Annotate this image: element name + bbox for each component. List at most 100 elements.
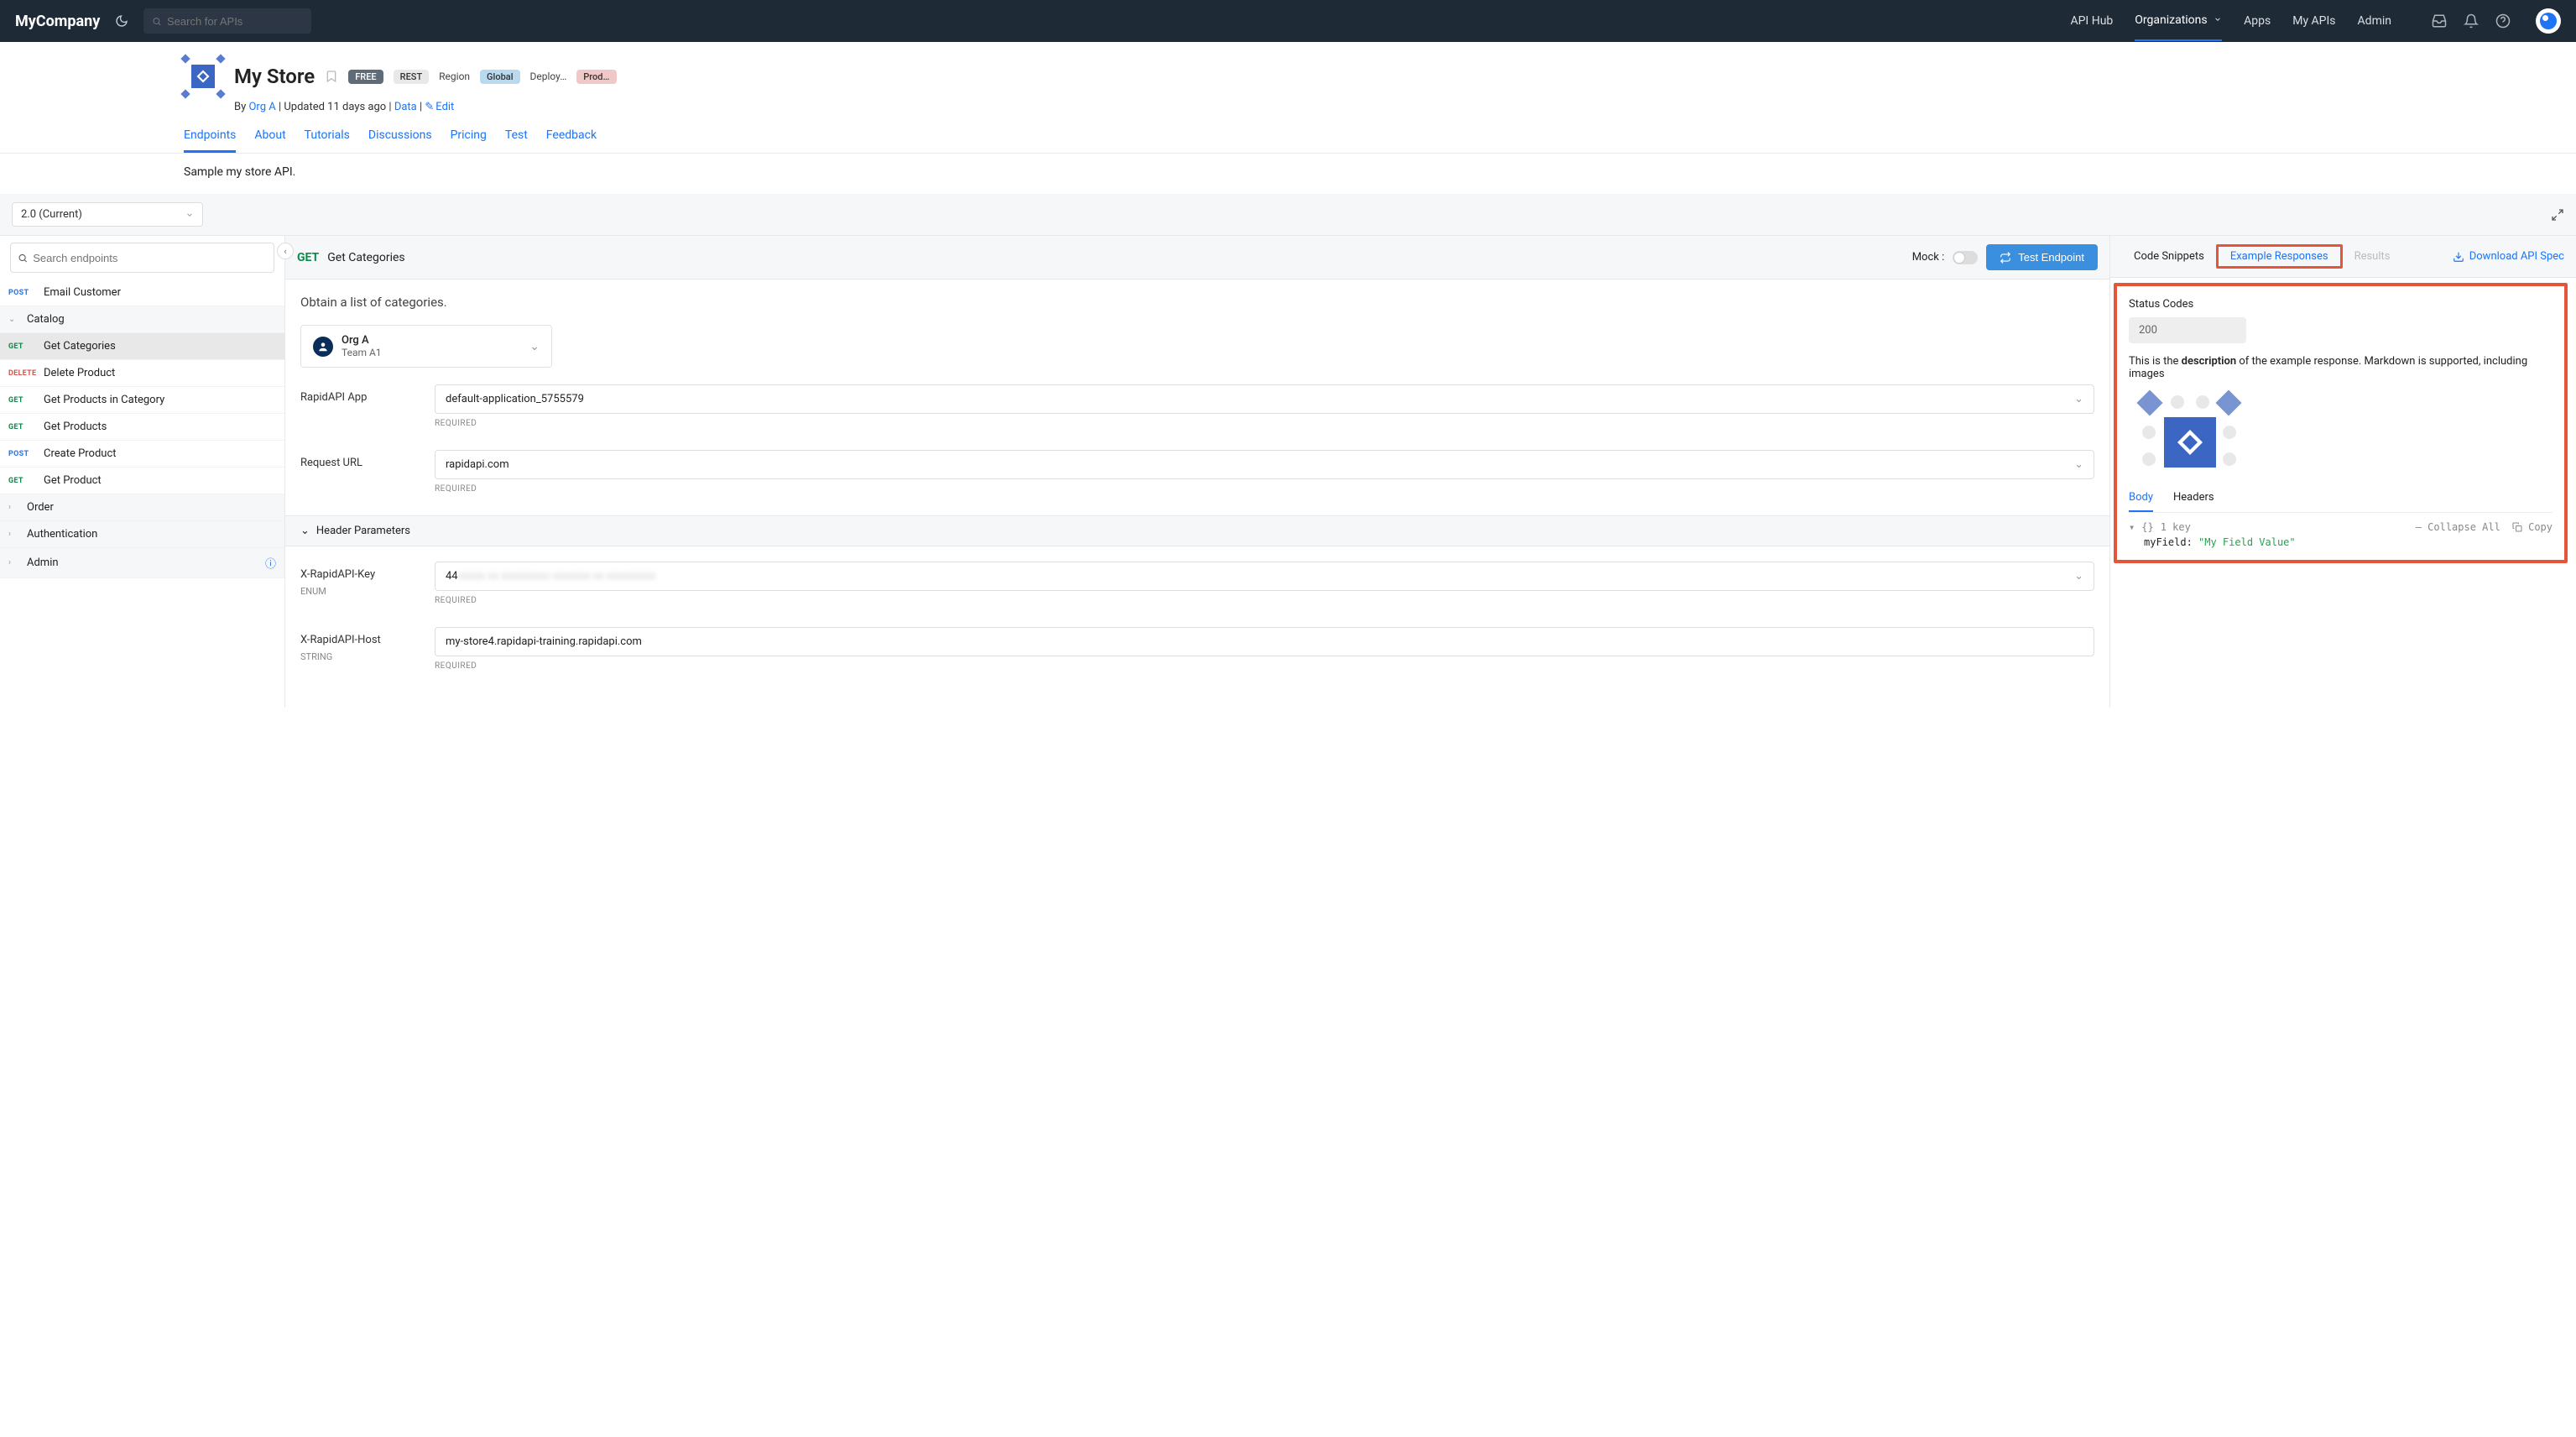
download-icon bbox=[2453, 251, 2464, 263]
endpoint-label: Delete Product bbox=[44, 367, 115, 379]
nav-organizations[interactable]: Organizations bbox=[2135, 1, 2222, 41]
search-icon bbox=[18, 253, 28, 264]
host-input[interactable]: my-store4.rapidapi-training.rapidapi.com bbox=[435, 627, 2094, 656]
edit-link[interactable]: Edit bbox=[435, 101, 454, 113]
field-label-url: Request URL bbox=[300, 450, 418, 494]
required-badge: REQUIRED bbox=[435, 661, 2094, 671]
endpoint-item[interactable]: GETGet Products bbox=[0, 414, 284, 441]
test-endpoint-button[interactable]: Test Endpoint bbox=[1986, 244, 2098, 270]
group-label: Authentication bbox=[27, 528, 97, 541]
endpoint-item[interactable]: DELETEDelete Product bbox=[0, 360, 284, 387]
nav-apps[interactable]: Apps bbox=[2244, 2, 2271, 40]
inbox-icon[interactable] bbox=[2432, 13, 2447, 29]
tab-body[interactable]: Body bbox=[2129, 491, 2153, 512]
tab-headers[interactable]: Headers bbox=[2173, 491, 2214, 512]
app-select[interactable]: default-application_5755579⌄ bbox=[435, 384, 2094, 414]
tab-tutorials[interactable]: Tutorials bbox=[305, 128, 350, 153]
deploy-label: Deploy… bbox=[530, 71, 567, 82]
brand[interactable]: MyCompany bbox=[15, 13, 100, 30]
by-prefix: By bbox=[234, 101, 248, 113]
header-params-section[interactable]: ⌄Header Parameters bbox=[285, 515, 2109, 546]
endpoint-group-auth[interactable]: ›Authentication bbox=[0, 521, 284, 548]
chevron-down-icon: ⌄ bbox=[529, 340, 540, 353]
fullscreen-icon[interactable] bbox=[2551, 208, 2564, 222]
chevron-down-icon: ⌄ bbox=[2074, 570, 2083, 583]
required-badge: REQUIRED bbox=[435, 484, 2094, 494]
endpoint-label: Get Product bbox=[44, 474, 102, 487]
response-panel: Code Snippets Example Responses Results … bbox=[2110, 236, 2576, 708]
section-title: Header Parameters bbox=[316, 525, 410, 537]
test-endpoint-label: Test Endpoint bbox=[2018, 251, 2084, 264]
json-body: myField: "My Field Value" bbox=[2144, 536, 2553, 548]
help-icon[interactable] bbox=[2495, 13, 2511, 29]
user-avatar[interactable] bbox=[2536, 8, 2561, 34]
url-select[interactable]: rapidapi.com⌄ bbox=[435, 450, 2094, 479]
tab-discussions[interactable]: Discussions bbox=[368, 128, 432, 153]
endpoint-search[interactable] bbox=[10, 243, 274, 273]
primary-nav: API Hub Organizations Apps My APIs Admin bbox=[2070, 1, 2391, 41]
tab-test[interactable]: Test bbox=[505, 128, 528, 153]
tab-about[interactable]: About bbox=[254, 128, 285, 153]
team-selector[interactable]: Org ATeam A1 ⌄ bbox=[300, 325, 552, 368]
version-select-label: 2.0 (Current) bbox=[21, 208, 82, 221]
badge-global: Global bbox=[480, 70, 519, 84]
nav-api-hub[interactable]: API Hub bbox=[2070, 2, 2113, 40]
swap-icon bbox=[2000, 252, 2011, 264]
endpoint-search-input[interactable] bbox=[33, 252, 267, 264]
endpoint-group-catalog[interactable]: ⌄Catalog bbox=[0, 306, 284, 333]
endpoint-label: Email Customer bbox=[44, 286, 121, 299]
endpoint-item[interactable]: POSTEmail Customer bbox=[0, 280, 284, 306]
endpoint-item[interactable]: POSTCreate Product bbox=[0, 441, 284, 468]
nav-admin[interactable]: Admin bbox=[2358, 2, 2391, 40]
team-avatar-icon bbox=[313, 337, 333, 357]
org-link[interactable]: Org A bbox=[248, 101, 275, 113]
tab-pricing[interactable]: Pricing bbox=[451, 128, 487, 153]
endpoint-item[interactable]: GETGet Products in Category bbox=[0, 387, 284, 414]
tab-code-snippets[interactable]: Code Snippets bbox=[2122, 247, 2216, 266]
api-description: Sample my store API. bbox=[0, 154, 2576, 194]
mock-toggle[interactable] bbox=[1953, 251, 1978, 264]
global-search-input[interactable] bbox=[167, 15, 303, 28]
endpoint-label: Get Products in Category bbox=[44, 394, 164, 406]
tab-feedback[interactable]: Feedback bbox=[546, 128, 597, 153]
endpoint-label: Create Product bbox=[44, 447, 117, 460]
theme-toggle-icon[interactable] bbox=[115, 14, 128, 28]
field-type: STRING bbox=[300, 651, 418, 662]
collapse-all-button[interactable]: — Collapse All bbox=[2416, 521, 2500, 533]
host-input-value: my-store4.rapidapi-training.rapidapi.com bbox=[446, 635, 642, 648]
data-link[interactable]: Data bbox=[394, 101, 417, 113]
field-label-host: X-RapidAPI-Host bbox=[300, 634, 418, 646]
required-badge: REQUIRED bbox=[435, 596, 2094, 605]
tab-example-responses[interactable]: Example Responses bbox=[2216, 244, 2343, 269]
chevron-down-icon: ⌄ bbox=[2074, 458, 2083, 471]
chevron-right-icon: › bbox=[8, 503, 17, 512]
tab-endpoints[interactable]: Endpoints bbox=[184, 128, 236, 153]
endpoint-item[interactable]: GETGet Categories bbox=[0, 333, 284, 360]
endpoint-label: Get Categories bbox=[44, 340, 116, 353]
endpoint-description: Obtain a list of categories. bbox=[300, 295, 2094, 310]
required-badge: REQUIRED bbox=[435, 419, 2094, 428]
field-type: ENUM bbox=[300, 586, 418, 597]
download-api-spec[interactable]: Download API Spec bbox=[2453, 250, 2564, 263]
nav-my-apis[interactable]: My APIs bbox=[2292, 2, 2335, 40]
badge-rest: REST bbox=[394, 70, 430, 84]
collapse-sidebar-icon[interactable]: ‹ bbox=[277, 243, 294, 259]
endpoint-label: Get Products bbox=[44, 421, 107, 433]
version-select[interactable]: 2.0 (Current) bbox=[12, 202, 203, 227]
team-org: Org A bbox=[342, 334, 382, 347]
bookmark-icon[interactable] bbox=[325, 68, 338, 85]
key-select[interactable]: 44xxxxx xx xxxxxxxxx xxxxxxx xx xxxxxxxx… bbox=[435, 562, 2094, 591]
bell-icon[interactable] bbox=[2464, 13, 2479, 29]
keys-count: 1 key bbox=[2161, 521, 2191, 533]
team-name: Team A1 bbox=[342, 347, 382, 358]
response-image bbox=[2129, 392, 2238, 476]
global-search[interactable] bbox=[143, 8, 311, 34]
copy-button[interactable]: Copy bbox=[2512, 521, 2553, 533]
endpoint-item[interactable]: GETGet Product bbox=[0, 468, 284, 494]
json-collapse-caret[interactable]: ▾ bbox=[2129, 521, 2135, 533]
info-icon[interactable]: ⓘ bbox=[265, 555, 276, 571]
endpoint-group-order[interactable]: ›Order bbox=[0, 494, 284, 521]
status-code-value[interactable]: 200 bbox=[2129, 317, 2246, 343]
endpoint-group-admin[interactable]: ›Adminⓘ bbox=[0, 548, 284, 578]
tab-results[interactable]: Results bbox=[2343, 247, 2402, 266]
